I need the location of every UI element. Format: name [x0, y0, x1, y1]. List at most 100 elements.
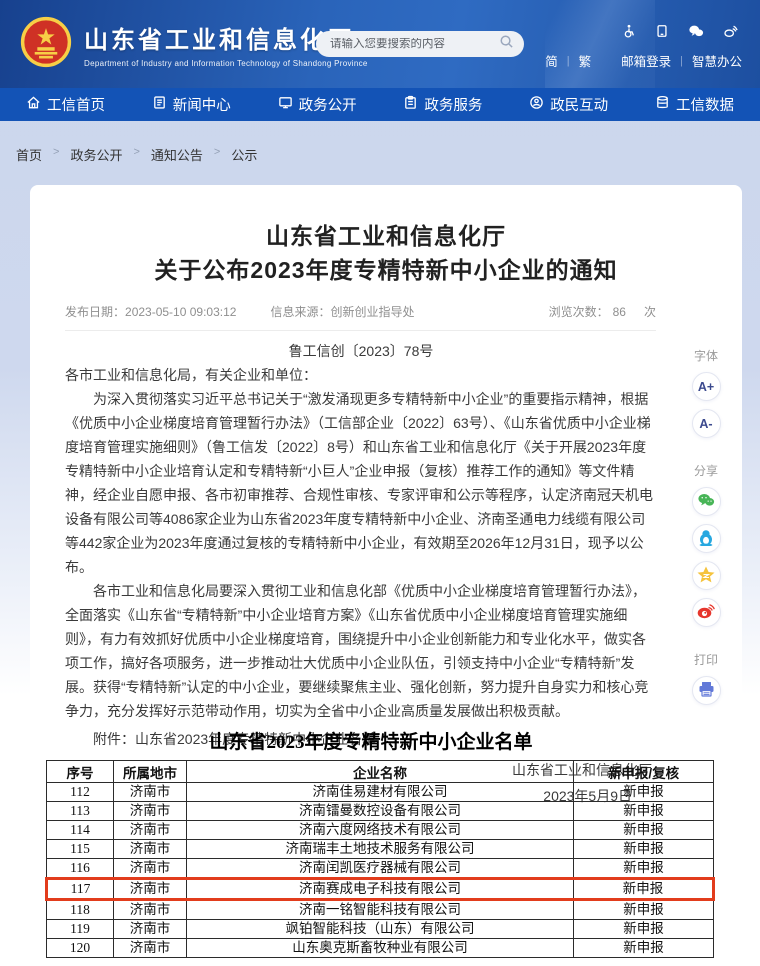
doc-number: 鲁工信创〔2023〕78号 [65, 339, 657, 363]
print-button[interactable] [692, 676, 721, 705]
wechat-icon [697, 492, 715, 511]
breadcrumb-notices[interactable]: 通知公告 [151, 143, 203, 164]
cell-city: 济南市 [114, 802, 187, 821]
header-quick-links: 简 | 繁 邮箱登录 | 智慧办公 [545, 51, 742, 70]
cell-status: 新申报 [574, 859, 714, 879]
breadcrumb: 首页 > 政务公开 > 通知公告 > 公示 [0, 121, 760, 185]
cell-status: 新申报 [574, 920, 714, 939]
cell-city: 济南市 [114, 879, 187, 900]
article-card: 山东省工业和信息化厅 关于公布2023年度专精特新中小企业的通知 发布日期：20… [30, 185, 742, 966]
cell-name: 济南闰凯医疗器械有限公司 [187, 859, 574, 879]
nav-item-home[interactable]: 工信首页 [26, 94, 105, 115]
cell-no: 114 [47, 821, 114, 840]
paragraph: 各市工业和信息化局要深入贯彻工业和信息化部《优质中小企业梯度培育管理暂行办法》，… [65, 579, 657, 723]
lang-simplified-link[interactable]: 简 [545, 51, 558, 70]
mobile-icon[interactable] [655, 24, 669, 38]
font-increase-button[interactable]: A+ [692, 372, 721, 401]
views-label: 浏览次数： [549, 305, 609, 319]
source-label: 信息来源： [270, 305, 330, 319]
cell-no: 117 [47, 879, 114, 900]
cell-city: 济南市 [114, 920, 187, 939]
breadcrumb-gov-open[interactable]: 政务公开 [70, 143, 122, 164]
person-circle-icon [529, 95, 544, 114]
cell-status: 新申报 [574, 802, 714, 821]
cell-name: 济南赛成电子科技有限公司 [187, 879, 574, 900]
source-value: 创新创业指导处 [330, 305, 414, 319]
breadcrumb-home[interactable]: 首页 [16, 143, 42, 164]
weibo-icon[interactable] [723, 24, 738, 38]
table-row: 117济南市济南赛成电子科技有限公司新申报 [47, 879, 714, 900]
search-input[interactable] [330, 38, 499, 50]
news-icon [152, 95, 167, 114]
database-icon [655, 95, 670, 114]
print-label: 打印 [694, 651, 718, 668]
nav-item-gov-open[interactable]: 政务公开 [278, 94, 357, 115]
cell-no: 116 [47, 859, 114, 879]
cell-city: 济南市 [114, 821, 187, 840]
nav-item-news[interactable]: 新闻中心 [152, 94, 231, 115]
search-icon[interactable] [499, 34, 514, 54]
cell-city: 济南市 [114, 900, 187, 920]
table-row: 116济南市济南闰凯医疗器械有限公司新申报 [47, 859, 714, 879]
cell-name: 飒铂智能科技（山东）有限公司 [187, 920, 574, 939]
cell-no: 115 [47, 840, 114, 859]
share-qq-button[interactable] [692, 524, 721, 553]
site-header: 山东省工业和信息化厅 Department of Industry and In… [0, 0, 760, 88]
nav-item-interact[interactable]: 政民互动 [529, 94, 608, 115]
salutation: 各市工业和信息化局，有关企业和单位： [65, 363, 657, 387]
cell-name: 济南一铭智能科技有限公司 [187, 900, 574, 920]
nav-item-gov-service[interactable]: 政务服务 [403, 94, 482, 115]
page-title: 山东省工业和信息化厅 关于公布2023年度专精特新中小企业的通知 [30, 219, 742, 287]
tools-sidebar: 字体 A+ A- 分享 [682, 343, 730, 713]
font-size-label: 字体 [694, 347, 718, 364]
mail-login-link[interactable]: 邮箱登录 [621, 51, 671, 70]
nav-item-data[interactable]: 工信数据 [655, 94, 734, 115]
cell-no: 112 [47, 783, 114, 802]
accessibility-icon[interactable] [622, 24, 636, 38]
cell-status: 新申报 [574, 879, 714, 900]
wechat-icon[interactable] [688, 24, 704, 38]
share-weibo-button[interactable] [692, 598, 721, 627]
cell-name: 济南六度网络技术有限公司 [187, 821, 574, 840]
clipboard-icon [403, 95, 418, 114]
company-table: 序号 所属地市 企业名称 新申报/复核 112济南市济南佳易建材有限公司新申报1… [45, 760, 715, 958]
cell-no: 113 [47, 802, 114, 821]
cell-name: 济南佳易建材有限公司 [187, 783, 574, 802]
cell-name: 济南镭曼数控设备有限公司 [187, 802, 574, 821]
table-row: 120济南市山东奥克斯畜牧种业有限公司新申报 [47, 939, 714, 958]
table-title: 山东省2023年度专精特新中小企业名单 [30, 733, 712, 753]
paragraph: 为深入贯彻落实习近平总书记关于“激发涌现更多专精特新中小企业”的重要指示精神，根… [65, 387, 657, 579]
cell-status: 新申报 [574, 783, 714, 802]
cell-no: 120 [47, 939, 114, 958]
col-header-company: 企业名称 [187, 761, 574, 783]
company-table-section: 山东省2023年度专精特新中小企业名单 序号 所属地市 企业名称 新申报/复核 … [30, 733, 742, 958]
lang-traditional-link[interactable]: 繁 [579, 51, 592, 70]
national-emblem-logo [20, 16, 72, 73]
font-decrease-button[interactable]: A- [692, 409, 721, 438]
breadcrumb-announcement[interactable]: 公示 [231, 143, 257, 164]
table-row: 114济南市济南六度网络技术有限公司新申报 [47, 821, 714, 840]
cell-name: 济南瑞丰土地技术服务有限公司 [187, 840, 574, 859]
home-icon [26, 95, 41, 114]
site-subtitle: Department of Industry and Information T… [84, 59, 368, 68]
share-label: 分享 [694, 462, 718, 479]
printer-icon [698, 681, 715, 700]
company-table-body: 112济南市济南佳易建材有限公司新申报113济南市济南镭曼数控设备有限公司新申报… [47, 783, 714, 958]
cell-status: 新申报 [574, 939, 714, 958]
smart-office-link[interactable]: 智慧办公 [692, 51, 742, 70]
share-qzone-button[interactable] [692, 561, 721, 590]
cell-status: 新申报 [574, 821, 714, 840]
cell-city: 济南市 [114, 939, 187, 958]
site-search [316, 31, 524, 57]
main-nav: 工信首页 新闻中心 政务公开 政务服务 政民互动 [0, 88, 760, 121]
qq-icon [698, 529, 714, 549]
share-wechat-button[interactable] [692, 487, 721, 516]
table-row: 113济南市济南镭曼数控设备有限公司新申报 [47, 802, 714, 821]
col-header-status: 新申报/复核 [574, 761, 714, 783]
table-row: 119济南市飒铂智能科技（山东）有限公司新申报 [47, 920, 714, 939]
cell-city: 济南市 [114, 840, 187, 859]
table-row: 115济南市济南瑞丰土地技术服务有限公司新申报 [47, 840, 714, 859]
cell-city: 济南市 [114, 859, 187, 879]
table-row: 112济南市济南佳易建材有限公司新申报 [47, 783, 714, 802]
table-header-row: 序号 所属地市 企业名称 新申报/复核 [47, 761, 714, 783]
